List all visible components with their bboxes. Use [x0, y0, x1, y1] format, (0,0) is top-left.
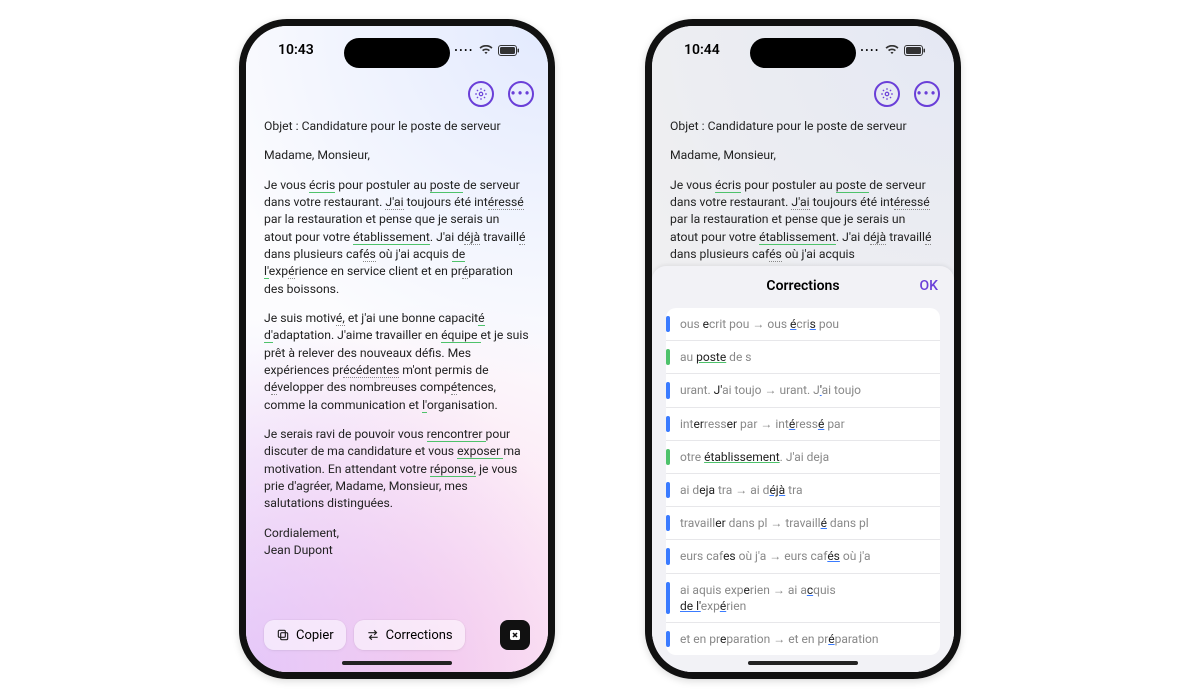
top-toolbar: ••• [874, 81, 940, 107]
corrections-list[interactable]: ous ecrit pou→ous écris pou au poste de … [666, 308, 940, 655]
copy-icon [276, 628, 290, 642]
correction-bar [666, 349, 670, 365]
correction-bar [666, 316, 670, 332]
correction-row[interactable]: urant. J'ai toujo→urant. J'ai toujo [666, 373, 940, 406]
sheet-ok-button[interactable]: OK [920, 278, 939, 294]
dynamic-island [344, 38, 450, 68]
correction-row[interactable]: travailler dans pl→travaillé dans pl [666, 506, 940, 539]
correction-bar [666, 582, 670, 614]
correction-row[interactable]: interresser par→intéressé par [666, 407, 940, 440]
paragraph-1: Je vous écris pour postuler au poste de … [264, 177, 530, 298]
correction-bar [666, 416, 670, 432]
signoff: Cordialement,Jean Dupont [264, 525, 530, 560]
correction-row[interactable]: otre établissement. J'ai deja [666, 440, 940, 473]
correction-bar [666, 482, 670, 498]
correction-row[interactable]: au poste de s [666, 340, 940, 373]
corrections-sheet: Corrections OK ous ecrit pou→ous écris p… [652, 266, 954, 672]
home-indicator [748, 661, 858, 665]
paragraph-3: Je serais ravi de pouvoir vous rencontre… [264, 426, 530, 513]
correction-row[interactable]: ous ecrit pou→ous écris pou [666, 308, 940, 340]
subject-line: Objet : Candidature pour le poste de ser… [670, 118, 936, 135]
dynamic-island [750, 38, 856, 68]
corrections-label: Corrections [386, 628, 453, 643]
more-menu-icon[interactable]: ••• [508, 81, 534, 107]
greeting: Madame, Monsieur, [264, 147, 530, 164]
more-menu-icon[interactable]: ••• [914, 81, 940, 107]
copy-button[interactable]: Copier [264, 620, 346, 650]
correction-bar [666, 515, 670, 531]
status-time: 10:43 [278, 42, 314, 58]
correction-bar [666, 548, 670, 564]
corrections-button[interactable]: Corrections [354, 620, 465, 650]
correction-row[interactable]: ai aquis experien→ai acquis de l'expérie… [666, 573, 940, 622]
settings-gear-icon[interactable] [468, 81, 494, 107]
home-indicator [342, 661, 452, 665]
phone-left: 10:43 •••• ••• Objet : Candidature pour … [239, 19, 555, 679]
greeting: Madame, Monsieur, [670, 147, 936, 164]
correction-bar [666, 449, 670, 465]
letter-content: Objet : Candidature pour le poste de ser… [264, 118, 530, 571]
correction-bar [666, 382, 670, 398]
status-time: 10:44 [684, 42, 720, 58]
paragraph-2: Je suis motivé, et j'ai une bonne capaci… [264, 310, 530, 414]
letter-content: Objet : Candidature pour le poste de ser… [670, 118, 936, 275]
correction-bar [666, 631, 670, 647]
top-toolbar: ••• [468, 81, 534, 107]
sheet-header: Corrections OK [652, 266, 954, 304]
clear-button[interactable] [500, 620, 530, 650]
settings-gear-icon[interactable] [874, 81, 900, 107]
copy-label: Copier [296, 628, 334, 643]
status-icons: •••• [861, 45, 927, 56]
subject-line: Objet : Candidature pour le poste de ser… [264, 118, 530, 135]
phone-right: 10:44 •••• ••• Objet : Candidature pour … [645, 19, 961, 679]
bottom-action-bar: Copier Corrections [264, 620, 530, 650]
swap-icon [366, 628, 380, 642]
sheet-title: Corrections [766, 278, 839, 294]
paragraph-1: Je vous écris pour postuler au poste de … [670, 177, 936, 264]
status-icons: •••• [455, 45, 521, 56]
correction-row[interactable]: ai deja tra→ai déjà tra [666, 473, 940, 506]
clear-x-icon [510, 630, 520, 640]
correction-row[interactable]: et en preparation→et en préparation [666, 622, 940, 655]
correction-row[interactable]: eurs cafes où j'a→eurs cafés où j'a [666, 539, 940, 572]
